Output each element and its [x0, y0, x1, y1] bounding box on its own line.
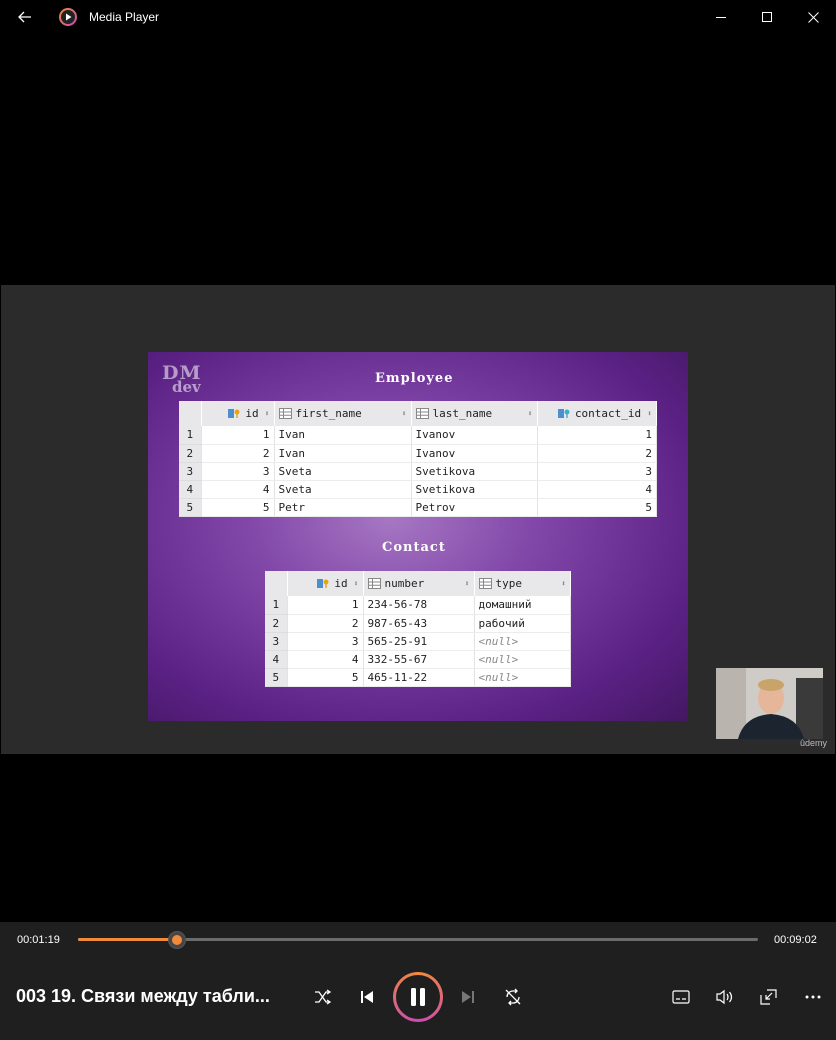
column-icon [415, 408, 429, 419]
instructor-webcam [716, 668, 823, 739]
instructor-image [716, 668, 823, 739]
pause-button[interactable] [393, 972, 443, 1022]
volume-icon [716, 989, 733, 1005]
table-row: 4 4 332-55-67 <null> [265, 650, 571, 669]
table-row: 2 2 987-65-43 рабочий [265, 614, 571, 633]
repeat-off-icon [505, 988, 521, 1006]
employee-title: Employee [375, 371, 454, 386]
shuffle-icon [315, 989, 332, 1005]
column-header-type: type ⬍ [474, 571, 571, 596]
close-button[interactable] [790, 0, 836, 34]
column-header-contact-id: contact_id ⬍ [537, 401, 657, 426]
udemy-watermark: ûdemy [800, 738, 828, 748]
column-header-id: id ⬍ [201, 401, 275, 426]
table-row: 3 3 565-25-91 <null> [265, 632, 571, 651]
more-options-button[interactable] [797, 981, 829, 1013]
table-row: 2 2 Ivan Ivanov 2 [179, 444, 657, 463]
contact-table: id ⬍ number ⬍ type ⬍ 1 1 234-56-78 домаш… [265, 571, 571, 687]
table-row: 4 4 Sveta Svetikova 4 [179, 480, 657, 499]
column-header-last-name: last_name ⬍ [411, 401, 538, 426]
seek-progress [78, 938, 178, 941]
player-controls: 00:01:19 00:09:02 003 19. Связи между та… [0, 922, 836, 1040]
column-icon [367, 578, 381, 589]
primary-key-icon [228, 409, 240, 418]
row-number-header [265, 571, 288, 596]
media-title: 003 19. Связи между табли... [16, 986, 270, 1006]
back-arrow-icon [18, 11, 31, 23]
column-header-number: number ⬍ [363, 571, 475, 596]
minimize-button[interactable] [698, 0, 744, 34]
current-time: 00:01:19 [17, 934, 60, 946]
employee-table: id ⬍ first_name ⬍ last_name ⬍ contact_id… [179, 401, 657, 517]
miniplayer-icon [760, 989, 777, 1005]
foreign-key-icon [557, 409, 570, 418]
maximize-button[interactable] [744, 0, 790, 34]
back-button[interactable] [0, 0, 50, 34]
maximize-icon [761, 11, 772, 22]
previous-button[interactable] [351, 981, 383, 1013]
miniplayer-button[interactable] [753, 981, 785, 1013]
column-header-first-name: first_name ⬍ [274, 401, 412, 426]
subtitles-button[interactable] [665, 981, 697, 1013]
window-title: Media Player [89, 10, 160, 24]
next-icon [462, 991, 474, 1003]
repeat-button[interactable] [497, 981, 529, 1013]
shuffle-button[interactable] [307, 981, 339, 1013]
close-icon [807, 11, 819, 23]
primary-key-icon [317, 579, 329, 588]
column-icon [278, 408, 292, 419]
more-icon [805, 995, 821, 999]
seek-thumb[interactable] [168, 931, 187, 949]
column-icon [478, 578, 492, 589]
column-header-id: id ⬍ [287, 571, 364, 596]
minimize-icon [715, 16, 726, 18]
seek-bar[interactable] [78, 931, 758, 949]
lecture-slide: DM dev Employee id ⬍ first_name ⬍ last_n… [148, 352, 688, 721]
table-row: 5 5 Petr Petrov 5 [179, 498, 657, 517]
table-row: 5 5 465-11-22 <null> [265, 668, 571, 687]
dmdev-logo: DM dev [162, 362, 202, 396]
next-button[interactable] [452, 981, 484, 1013]
total-time: 00:09:02 [774, 934, 817, 946]
contact-title: Contact [382, 540, 446, 555]
subtitles-icon [672, 990, 690, 1004]
volume-button[interactable] [709, 981, 741, 1013]
title-bar: Media Player [0, 0, 836, 34]
media-player-icon [59, 8, 77, 26]
previous-icon [361, 991, 373, 1003]
table-row: 1 1 Ivan Ivanov 1 [179, 426, 657, 445]
row-number-header [179, 401, 202, 426]
table-row: 1 1 234-56-78 домашний [265, 596, 571, 615]
table-row: 3 3 Sveta Svetikova 3 [179, 462, 657, 481]
pause-icon [411, 988, 425, 1006]
